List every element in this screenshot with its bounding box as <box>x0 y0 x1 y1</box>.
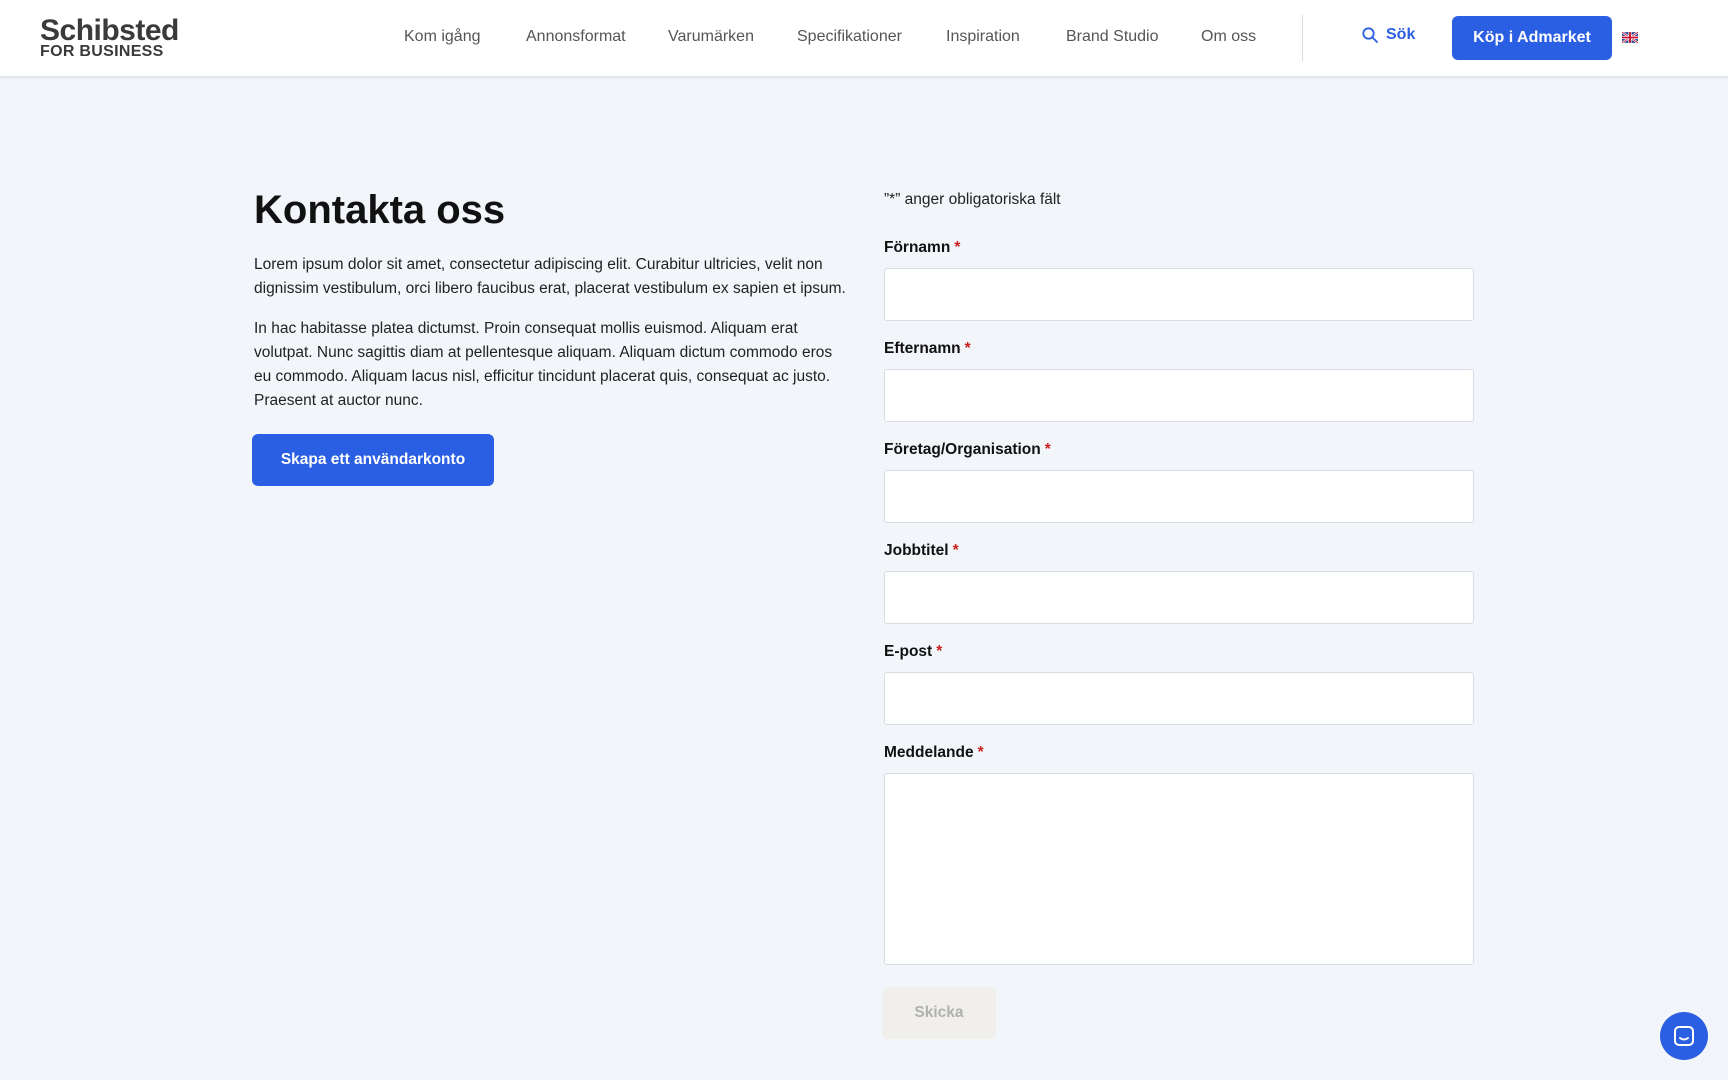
company-label: Företag/Organisation * <box>884 441 1051 459</box>
nav-item-annonsformat[interactable]: Annonsformat <box>526 28 626 46</box>
required-asterisk: * <box>977 744 984 761</box>
required-asterisk: * <box>954 239 961 256</box>
company-label-text: Företag/Organisation <box>884 441 1041 458</box>
uk-flag-icon[interactable] <box>1622 32 1638 43</box>
job-title-field[interactable] <box>884 571 1474 624</box>
search-button[interactable]: Sök <box>1362 26 1415 44</box>
search-icon <box>1362 27 1378 43</box>
page-title: Kontakta oss <box>254 188 506 232</box>
required-asterisk: * <box>936 643 943 660</box>
required-fields-note: ”*” anger obligatoriska fält <box>884 191 1061 208</box>
required-asterisk: * <box>964 340 971 357</box>
buy-in-admarket-button[interactable]: Köp i Admarket <box>1452 16 1612 60</box>
create-account-button[interactable]: Skapa ett användarkonto <box>252 434 494 486</box>
required-asterisk: * <box>1044 441 1051 458</box>
logo-wordmark: Schibsted <box>40 14 179 47</box>
site-header: Schibsted FOR BUSINESS Kom igång Annonsf… <box>0 0 1728 76</box>
company-field[interactable] <box>884 470 1474 523</box>
logo-tagline: FOR BUSINESS <box>40 43 164 60</box>
schibsted-logo[interactable]: Schibsted FOR BUSINESS <box>40 14 179 60</box>
first-name-label: Förnamn * <box>884 239 960 257</box>
intro-paragraph-2: In hac habitasse platea dictumst. Proin … <box>254 320 833 409</box>
nav-item-varumarken[interactable]: Varumärken <box>668 28 754 46</box>
message-label: Meddelande * <box>884 744 984 762</box>
search-label: Sök <box>1386 26 1416 43</box>
last-name-field[interactable] <box>884 369 1474 422</box>
nav-item-kom-igang[interactable]: Kom igång <box>404 28 481 46</box>
nav-divider <box>1302 15 1303 61</box>
intro-paragraph-1: Lorem ipsum dolor sit amet, consectetur … <box>254 256 846 297</box>
submit-button[interactable]: Skicka <box>882 987 996 1039</box>
nav-item-specifikationer[interactable]: Specifikationer <box>797 28 902 46</box>
message-label-text: Meddelande <box>884 744 974 761</box>
job-title-label-text: Jobbtitel <box>884 542 949 559</box>
nav-item-brand-studio[interactable]: Brand Studio <box>1066 28 1159 46</box>
email-label: E-post * <box>884 643 942 661</box>
email-label-text: E-post <box>884 643 933 660</box>
chat-widget-button[interactable] <box>1660 1012 1708 1060</box>
nav-item-om-oss[interactable]: Om oss <box>1201 28 1256 46</box>
email-field[interactable] <box>884 672 1474 725</box>
chat-icon <box>1674 1026 1694 1046</box>
required-asterisk: * <box>952 542 959 559</box>
last-name-label: Efternamn * <box>884 340 971 358</box>
message-field[interactable] <box>884 773 1474 965</box>
job-title-label: Jobbtitel * <box>884 542 959 560</box>
first-name-field[interactable] <box>884 268 1474 321</box>
last-name-label-text: Efternamn <box>884 340 961 357</box>
first-name-label-text: Förnamn <box>884 239 951 256</box>
nav-item-inspiration[interactable]: Inspiration <box>946 28 1020 46</box>
